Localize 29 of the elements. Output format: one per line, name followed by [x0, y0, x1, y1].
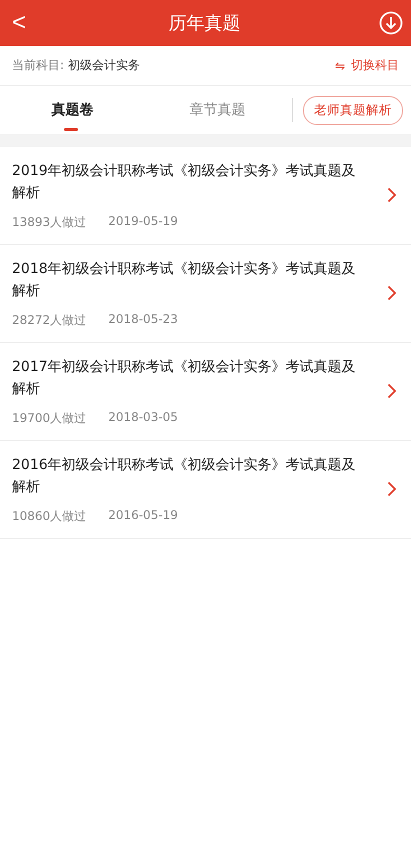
switch-subject-button[interactable]: ⇋ 切换科目 [334, 57, 399, 74]
chevron-right-icon [387, 481, 397, 497]
paper-title: 2018年初级会计职称考试《初级会计实务》考试真题及解析 [12, 260, 357, 300]
paper-item[interactable]: 2016年初级会计职称考试《初级会计实务》考试真题及解析 10860人做过 2016-05-19 [0, 441, 411, 539]
paper-title: 2016年初级会计职称考试《初级会计实务》考试真题及解析 [12, 456, 357, 496]
page-title: 历年真题 [168, 12, 240, 35]
tab[interactable]: 真题卷 [0, 86, 145, 134]
paper-item[interactable]: 2019年初级会计职称考试《初级会计实务》考试真题及解析 13893人做过 2019-05-19 [0, 147, 411, 245]
subject-name: 初级会计实务 [68, 58, 140, 72]
subject-label: 当前科目: [12, 58, 64, 72]
chevron-right-icon [387, 187, 397, 203]
paper-date: 2016-05-19 [108, 508, 178, 524]
paper-title: 2017年初级会计职称考试《初级会计实务》考试真题及解析 [12, 358, 357, 398]
attempt-count: 13893人做过 [12, 214, 86, 230]
paper-date: 2018-05-23 [108, 312, 178, 328]
attempt-count: 28272人做过 [12, 312, 86, 328]
paper-item[interactable]: 2017年初级会计职称考试《初级会计实务》考试真题及解析 19700人做过 2018-03-05 [0, 343, 411, 441]
attempt-count: 10860人做过 [12, 508, 86, 524]
attempt-count: 19700人做过 [12, 410, 86, 426]
download-icon[interactable] [378, 11, 403, 35]
back-button[interactable]: < [8, 11, 30, 35]
teacher-analysis-button[interactable]: 老师真题解析 [303, 96, 403, 124]
chevron-right-icon [387, 383, 397, 399]
paper-date: 2018-03-05 [108, 410, 178, 426]
paper-title: 2019年初级会计职称考试《初级会计实务》考试真题及解析 [12, 162, 357, 202]
paper-date: 2019-05-19 [108, 214, 178, 230]
paper-item[interactable]: 2018年初级会计职称考试《初级会计实务》考试真题及解析 28272人做过 2018-05-23 [0, 245, 411, 343]
chevron-right-icon [387, 285, 397, 301]
tab[interactable]: 章节真题 [145, 86, 290, 134]
